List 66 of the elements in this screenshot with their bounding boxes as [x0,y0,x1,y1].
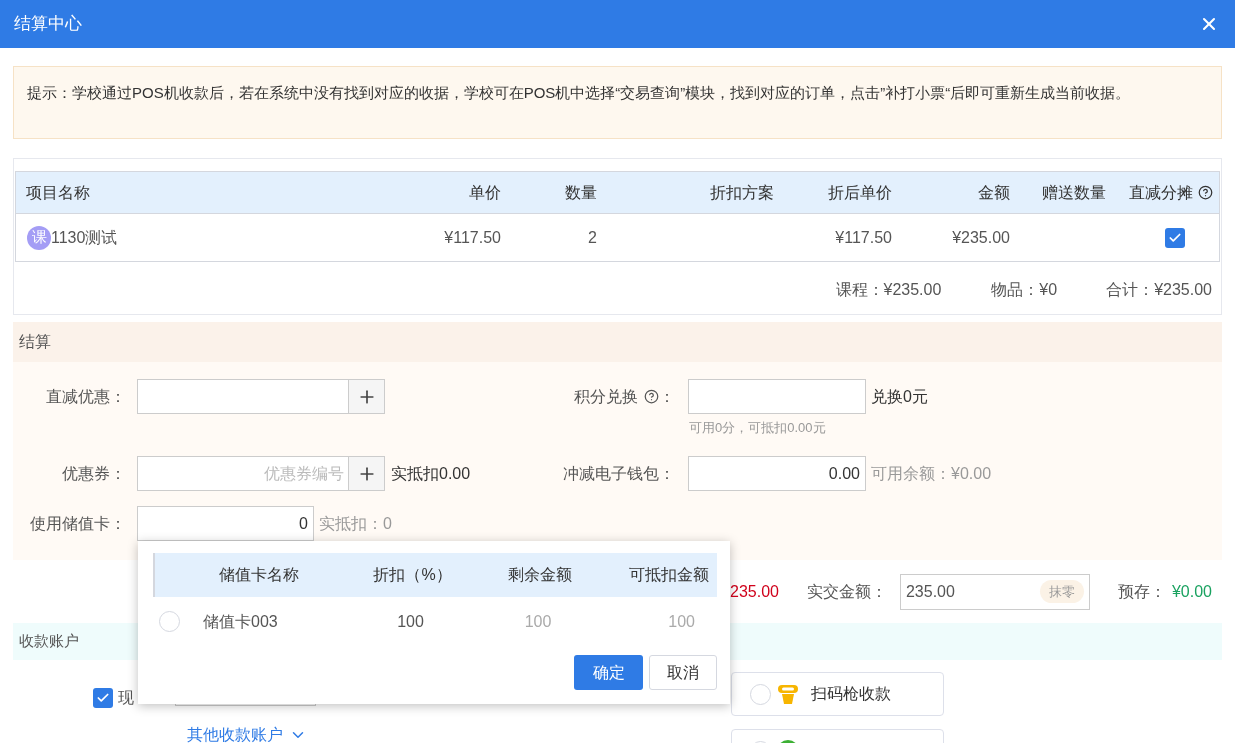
column-header: 金额 [977,182,1010,203]
table-cell-text: 储值卡003 [203,611,279,632]
column-header: 数量 [564,182,597,203]
section-title: 收款账户 [19,631,79,652]
table-cell: ¥117.50 [444,228,501,246]
field-label: 优惠券： [61,463,126,484]
input-field[interactable]: 0 [137,506,314,541]
column-header: 直减分摊 [1129,182,1193,203]
radio-button[interactable] [750,683,771,705]
deduction-text: 实抵扣0.00 [391,463,471,484]
cancel-button[interactable]: 取消 [649,655,717,690]
course-badge: 课 [27,225,51,250]
help-icon[interactable] [644,389,659,404]
deduction-text: 实抵扣：0 [319,513,392,534]
checkbox[interactable] [93,688,113,708]
field-label: 预存： [1117,581,1166,602]
column-header: 剩余金额 [507,565,573,585]
help-icon[interactable] [1198,185,1213,200]
field-label: 积分兑换 [574,386,638,407]
column-header: 储值卡名称 [218,565,300,585]
add-button[interactable] [348,379,385,414]
checkbox[interactable] [1165,227,1185,248]
hint-text: 可用0分，可抵扣0.00元 [689,420,826,435]
notice-text: 提示：学校通过POS机收款后，若在系统中没有找到对应的收据，学校可在POS机中选择“交易查询”模块，找到对应的订单，点击”补打小票“后即可重新生成当前收据。 [27,84,1131,101]
summary-total: 合计：¥235.00 [1106,280,1212,300]
balance-text: 可用余额：¥0.00 [871,463,992,484]
field-label: 冲减电子钱包： [562,463,675,484]
column-header: 折后单价 [827,182,892,203]
input-field[interactable] [137,379,349,414]
check-icon [96,691,110,705]
column-header: 折扣方案 [709,182,774,203]
table-cell: 100 [668,612,695,630]
column-header: 折扣（%） [372,565,453,585]
column-header: 赠送数量 [1041,182,1106,203]
input-field[interactable]: 0.00 [688,456,866,491]
field-label: 直减优惠： [45,386,126,407]
radio-button[interactable] [159,611,180,632]
section-title: 结算 [19,332,51,352]
confirm-button[interactable]: 确定 [574,655,643,690]
prepaid-amount: ¥0.00 [1171,581,1212,602]
table-cell: ¥117.50 [835,228,892,246]
table-cell: 100 [524,612,552,630]
column-header: 可抵扣金额 [628,565,710,585]
receivable-amount: 235.00 [730,581,779,602]
scanner-icon [777,683,799,705]
table-cell: ¥235.00 [952,228,1010,246]
table-cell: 100 [397,612,424,630]
option-label: 扫码枪收款 [811,684,891,704]
summary-total: 物品：¥0 [991,280,1058,300]
field-label: 使用储值卡： [29,513,126,534]
summary-total: 课程：¥235.00 [835,280,942,300]
more-accounts-link[interactable]: 其他收款账户 [187,723,307,743]
field-label: 实交金额： [806,581,887,602]
input-field[interactable] [688,379,866,414]
paid-amount-field[interactable]: 235.00 抹零 [899,573,1090,610]
column-header: 单价 [468,182,501,203]
add-button[interactable] [348,456,385,491]
input-field[interactable]: 优惠券编号 [137,456,349,491]
checkbox-label: 现 [118,688,134,708]
table-cell-text: 1130测试 [51,227,118,248]
payment-option[interactable]: 扫码枪收款 [731,672,944,716]
field-label: ： [659,386,675,407]
window-title: 结算中心 [14,13,82,36]
exchange-text: 兑换0元 [871,386,928,407]
column-header: 项目名称 [25,182,91,203]
table-cell: 2 [588,228,597,246]
